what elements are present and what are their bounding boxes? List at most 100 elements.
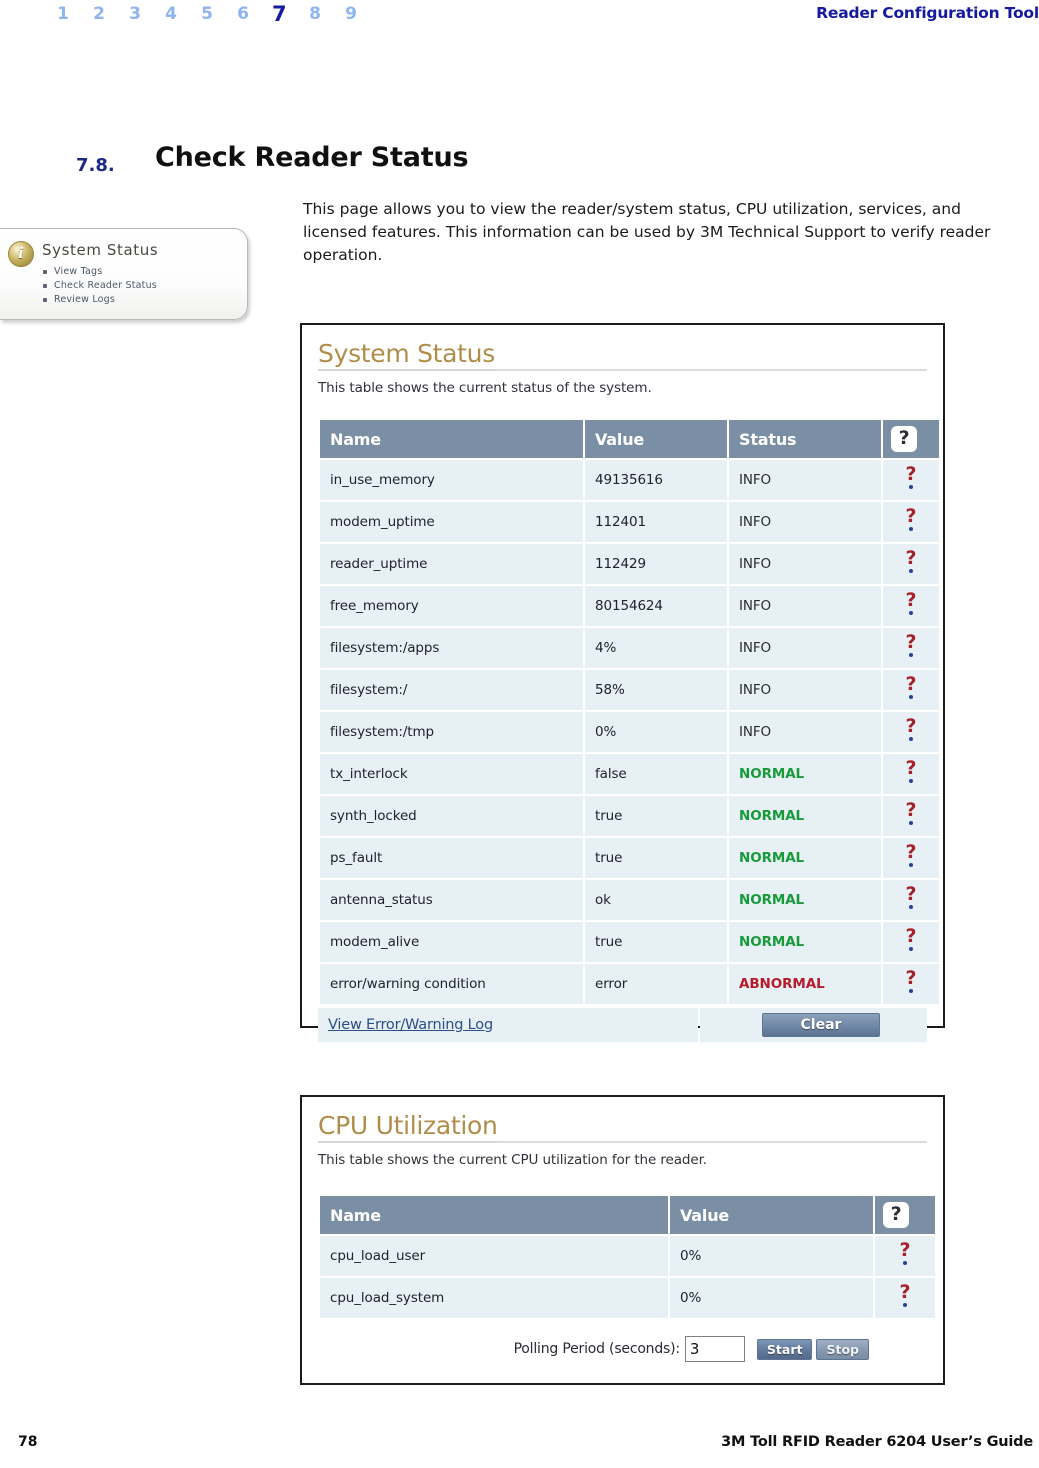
table-row: error/warning condition error ABNORMAL? bbox=[320, 964, 939, 1004]
chapter-link-9[interactable]: 9 bbox=[344, 2, 358, 26]
status-badge: INFO bbox=[729, 628, 881, 668]
callout-menu-item[interactable]: View Tags bbox=[42, 265, 157, 279]
help-question-icon[interactable]: ? bbox=[903, 674, 919, 699]
system-status-description: This table shows the current status of t… bbox=[318, 380, 652, 396]
chapter-link-3[interactable]: 3 bbox=[128, 2, 142, 26]
table-row: modem_alive true NORMAL? bbox=[320, 922, 939, 962]
status-badge: INFO bbox=[729, 502, 881, 542]
cell-name: filesystem:/ bbox=[320, 670, 583, 710]
cell-help: ? bbox=[875, 1236, 935, 1276]
cpu-utilization-table: Name Value cpu_load_user0%?cpu_load_syst… bbox=[318, 1194, 937, 1320]
column-header-help bbox=[875, 1196, 935, 1234]
table-header-row: Name Value bbox=[320, 1196, 935, 1234]
cell-help: ? bbox=[875, 1278, 935, 1318]
help-icon[interactable] bbox=[891, 425, 917, 452]
table-row: antenna_status ok NORMAL? bbox=[320, 880, 939, 920]
help-question-icon[interactable]: ? bbox=[903, 716, 919, 741]
system-status-menu-callout: System Status View TagsCheck Reader Stat… bbox=[0, 228, 248, 320]
cell-help: ? bbox=[883, 628, 939, 668]
cell-value: 4% bbox=[585, 628, 727, 668]
table-row: ps_fault true NORMAL? bbox=[320, 838, 939, 878]
page-number: 78 bbox=[18, 1434, 38, 1450]
help-question-icon[interactable]: ? bbox=[903, 632, 919, 657]
table-row: in_use_memory 49135616 INFO? bbox=[320, 460, 939, 500]
chapter-link-8[interactable]: 8 bbox=[308, 2, 322, 26]
cell-name: free_memory bbox=[320, 586, 583, 626]
help-question-icon[interactable]: ? bbox=[897, 1240, 913, 1265]
clear-button[interactable]: Clear bbox=[762, 1013, 880, 1037]
cell-help: ? bbox=[883, 922, 939, 962]
page-title: Check Reader Status bbox=[155, 142, 469, 173]
chapter-link-1[interactable]: 1 bbox=[56, 2, 70, 26]
help-question-icon[interactable]: ? bbox=[903, 464, 919, 489]
callout-menu-item[interactable]: Check Reader Status bbox=[42, 279, 157, 293]
view-log-cell: View Error/Warning Log bbox=[318, 1008, 698, 1042]
table-row: tx_interlock false NORMAL? bbox=[320, 754, 939, 794]
cell-help: ? bbox=[883, 670, 939, 710]
table-row: filesystem:/apps 4% INFO? bbox=[320, 628, 939, 668]
chapter-link-4[interactable]: 4 bbox=[164, 2, 178, 26]
help-question-icon[interactable]: ? bbox=[903, 968, 919, 993]
help-question-icon[interactable]: ? bbox=[903, 800, 919, 825]
help-question-icon[interactable]: ? bbox=[897, 1282, 913, 1307]
status-badge: INFO bbox=[729, 712, 881, 752]
cpu-utilization-panel: CPU Utilization This table shows the cur… bbox=[300, 1095, 945, 1385]
section-intro-paragraph: This page allows you to view the reader/… bbox=[303, 200, 991, 264]
document-title: Reader Configuration Tool bbox=[816, 4, 1039, 22]
chapter-link-2[interactable]: 2 bbox=[92, 2, 106, 26]
cell-value: 112401 bbox=[585, 502, 727, 542]
cell-help: ? bbox=[883, 502, 939, 542]
cell-help: ? bbox=[883, 712, 939, 752]
cell-value: false bbox=[585, 754, 727, 794]
cell-name: filesystem:/tmp bbox=[320, 712, 583, 752]
system-status-title-wrap: System Status bbox=[318, 339, 927, 371]
cell-value: error bbox=[585, 964, 727, 1004]
help-question-icon[interactable]: ? bbox=[903, 758, 919, 783]
table-row: filesystem:/tmp 0% INFO? bbox=[320, 712, 939, 752]
cell-name: in_use_memory bbox=[320, 460, 583, 500]
help-question-icon[interactable]: ? bbox=[903, 590, 919, 615]
help-question-icon[interactable]: ? bbox=[903, 548, 919, 573]
cell-value: 0% bbox=[585, 712, 727, 752]
status-badge: NORMAL bbox=[729, 754, 881, 794]
system-status-footer-row: View Error/Warning Log Clear bbox=[318, 1008, 927, 1042]
column-header-help bbox=[883, 420, 939, 458]
cell-value: ok bbox=[585, 880, 727, 920]
stop-button[interactable]: Stop bbox=[816, 1338, 869, 1360]
clear-button-cell: Clear bbox=[700, 1008, 927, 1042]
cell-value: true bbox=[585, 796, 727, 836]
table-row: cpu_load_system 0%? bbox=[320, 1278, 935, 1318]
help-question-icon[interactable]: ? bbox=[903, 884, 919, 909]
view-error-warning-log-link[interactable]: View Error/Warning Log bbox=[328, 1017, 493, 1033]
callout-menu-item[interactable]: Review Logs bbox=[42, 293, 157, 307]
cpu-title-wrap: CPU Utilization bbox=[318, 1111, 927, 1143]
chapter-link-5[interactable]: 5 bbox=[200, 2, 214, 26]
start-button[interactable]: Start bbox=[756, 1338, 813, 1360]
help-question-icon[interactable]: ? bbox=[903, 926, 919, 951]
help-icon[interactable] bbox=[883, 1201, 909, 1228]
system-status-title: System Status bbox=[318, 339, 497, 371]
polling-period-row: Polling Period (seconds): Start Stop bbox=[318, 1336, 927, 1362]
status-badge: ABNORMAL bbox=[729, 964, 881, 1004]
cell-help: ? bbox=[883, 544, 939, 584]
table-row: synth_locked true NORMAL? bbox=[320, 796, 939, 836]
cell-help: ? bbox=[883, 460, 939, 500]
table-header-row: Name Value Status bbox=[320, 420, 939, 458]
cell-help: ? bbox=[883, 754, 939, 794]
column-header-value: Value bbox=[585, 420, 727, 458]
guide-title-footer: 3M Toll RFID Reader 6204 User’s Guide bbox=[721, 1434, 1033, 1450]
chapter-link-6[interactable]: 6 bbox=[236, 2, 250, 26]
polling-period-input[interactable] bbox=[684, 1336, 745, 1362]
status-badge: NORMAL bbox=[729, 880, 881, 920]
cell-name: cpu_load_user bbox=[320, 1236, 668, 1276]
system-status-table: Name Value Status in_use_memory49135616I… bbox=[318, 418, 941, 1006]
chapter-link-7[interactable]: 7 bbox=[272, 2, 287, 26]
cell-value: true bbox=[585, 922, 727, 962]
help-question-icon[interactable]: ? bbox=[903, 842, 919, 867]
column-header-status: Status bbox=[729, 420, 881, 458]
status-badge: INFO bbox=[729, 670, 881, 710]
cell-name: modem_alive bbox=[320, 922, 583, 962]
status-badge: INFO bbox=[729, 586, 881, 626]
callout-title: System Status bbox=[42, 241, 159, 259]
help-question-icon[interactable]: ? bbox=[903, 506, 919, 531]
